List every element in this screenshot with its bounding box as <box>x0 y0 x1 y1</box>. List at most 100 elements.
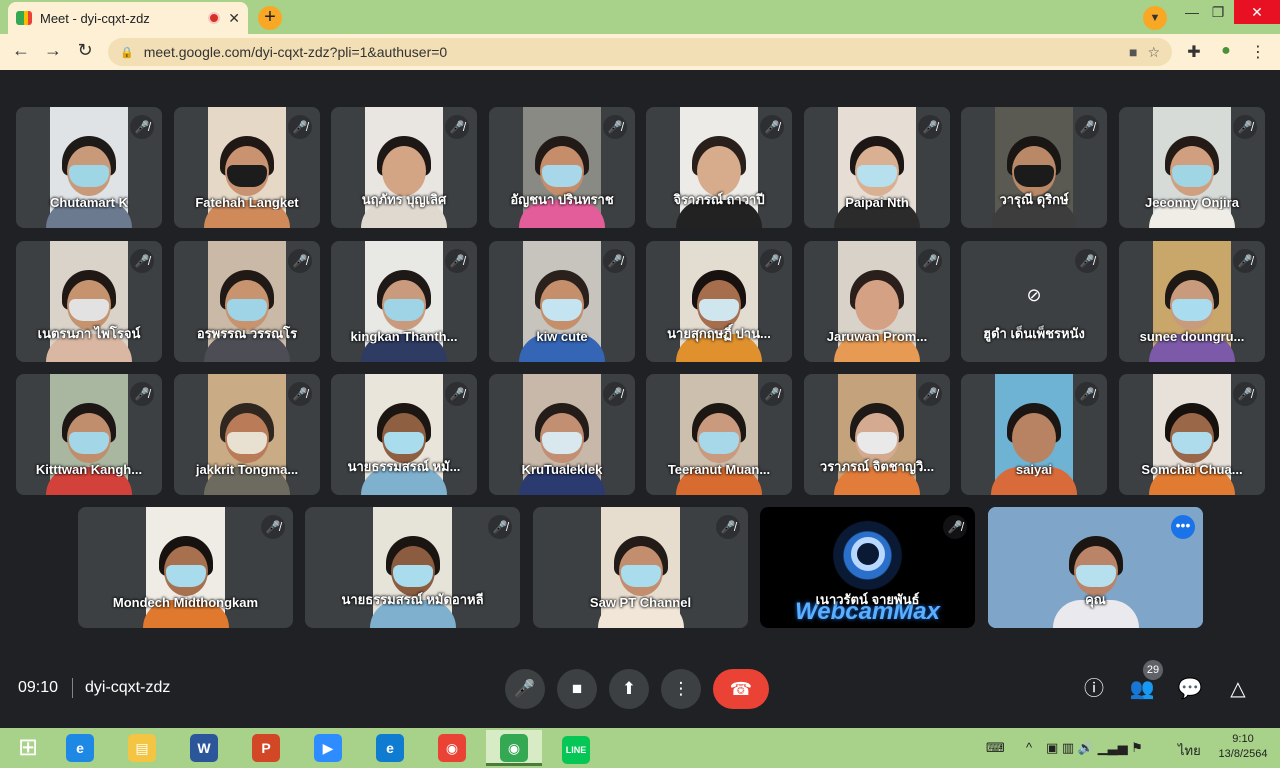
mic-muted-icon: 🎤̸ <box>603 382 627 406</box>
mic-muted-icon: 🎤̸ <box>918 249 942 273</box>
edge-app-icon[interactable]: e <box>362 730 418 766</box>
participant-tile[interactable]: 🎤̸ Jeeonny Onjira <box>1119 107 1265 228</box>
participant-tile[interactable]: 🎤̸ Teeranut Muan... <box>646 374 792 495</box>
participant-name: kiw cute <box>536 329 588 344</box>
participant-mask <box>227 299 267 322</box>
webcammax-logo-icon <box>850 537 885 571</box>
taskbar-clock[interactable]: 9:10 13/8/2564 <box>1208 732 1278 762</box>
more-options-button[interactable]: ⋮ <box>661 669 701 709</box>
participant-name: sunee doungru... <box>1139 329 1245 344</box>
participant-tile[interactable]: 🎤̸ Kitttwan Kangh... <box>16 374 162 495</box>
participant-name: วราภรณ์ จิตชาญวิ... <box>819 459 935 474</box>
participant-tile[interactable]: 🎤̸ Jaruwan Prom... <box>804 241 950 362</box>
participant-tile[interactable]: 🎤̸ Paipai Nth <box>804 107 950 228</box>
participant-mask <box>857 299 897 322</box>
meeting-details-icon[interactable]: ⓘ <box>1079 674 1109 704</box>
activities-icon[interactable]: △ <box>1223 674 1253 704</box>
participant-mask <box>1172 432 1212 455</box>
zoom-app-icon-glyph: ▶ <box>314 734 342 762</box>
tray-chevron-icon[interactable]: ^ <box>1026 740 1032 755</box>
file-explorer-app-icon[interactable]: ▤ <box>114 730 170 766</box>
participant-tile[interactable]: WebcamMax 🎤̸ เนาวรัตน์ จายพันธ์ <box>760 507 975 628</box>
address-bar[interactable]: 🔒 meet.google.com/dyi-cqxt-zdz?pli=1&aut… <box>108 38 1172 66</box>
participant-tile[interactable]: 🎤̸ อัญชนา ปรินทราช <box>489 107 635 228</box>
present-screen-button[interactable]: ⬆ <box>609 669 649 709</box>
participant-name: ฮูดำ เด็นเพ็ชรหนัง <box>983 326 1085 341</box>
participant-mask <box>542 165 582 188</box>
reload-button[interactable]: ↻ <box>72 40 98 61</box>
microphone-button[interactable]: 🎤 <box>505 669 545 709</box>
chrome-app-icon-glyph: ◉ <box>438 734 466 762</box>
leave-call-button[interactable]: ☎ <box>713 669 769 709</box>
mic-muted-icon: 🎤̸ <box>288 382 312 406</box>
tray-status-icons[interactable]: ▣ ▥ 🔊 ▁▃▅ ⚑ <box>1046 740 1143 756</box>
participant-tile[interactable]: 🎤̸ Somchai Chua... <box>1119 374 1265 495</box>
self-view-tile[interactable]: ••• คุณ <box>988 507 1203 628</box>
participant-tile[interactable]: 🎤̸ kingkan Thanth... <box>331 241 477 362</box>
mic-muted-icon: 🎤̸ <box>918 382 942 406</box>
participant-name: นายสุกฤษฏิ์ ปาน... <box>667 326 771 341</box>
participant-tile[interactable]: 🎤̸ Fatehah Langket <box>174 107 320 228</box>
mic-muted-icon: 🎤̸ <box>130 249 154 273</box>
bookmark-star-icon[interactable]: ☆ <box>1147 44 1160 61</box>
chat-icon[interactable]: 💬 <box>1175 674 1205 704</box>
forward-button[interactable]: → <box>40 40 66 61</box>
restore-button[interactable]: ❐ <box>1204 4 1232 21</box>
profile-avatar-icon[interactable]: ● <box>1214 42 1238 60</box>
participant-tile[interactable]: 🎤̸ KruTualeklek <box>489 374 635 495</box>
participant-tile[interactable]: 🎤̸ Saw PT Channel <box>533 507 748 628</box>
mic-muted-icon: 🎤̸ <box>943 515 967 539</box>
tile-options-button[interactable]: ••• <box>1171 515 1195 539</box>
zoom-app-icon[interactable]: ▶ <box>300 730 356 766</box>
mic-muted-icon: 🎤̸ <box>1233 115 1257 139</box>
camera-permission-icon[interactable]: ■ <box>1129 44 1137 60</box>
participant-tile[interactable]: 🎤̸ อรพรรณ วรรณโร <box>174 241 320 362</box>
minimize-button[interactable]: — <box>1178 4 1206 20</box>
mic-muted-icon: 🎤̸ <box>760 115 784 139</box>
participant-tile[interactable]: 🎤̸ Chutamart K <box>16 107 162 228</box>
participant-name: วารุณี ดุริกษ์ <box>999 192 1069 207</box>
new-tab-button[interactable]: + <box>258 6 282 30</box>
participant-tile[interactable]: ⊘ 🎤̸ ฮูดำ เด็นเพ็ชรหนัง <box>961 241 1107 362</box>
window-close-button[interactable]: ✕ <box>1234 0 1280 24</box>
participant-tile[interactable]: 🎤̸ kiw cute <box>489 241 635 362</box>
participant-tile[interactable]: 🎤̸ เนตรนภา ไพโรจน์ <box>16 241 162 362</box>
word-app-icon[interactable]: W <box>176 730 232 766</box>
participant-tile[interactable]: 🎤̸ saiyai <box>961 374 1107 495</box>
back-button[interactable]: ← <box>8 40 34 61</box>
powerpoint-app-icon[interactable]: P <box>238 730 294 766</box>
browser-menu-icon[interactable]: ⋮ <box>1246 42 1270 62</box>
tab-title: Meet - dyi-cqxt-zdz <box>40 10 150 26</box>
participant-tile[interactable]: 🎤̸ นายสุกฤษฏิ์ ปาน... <box>646 241 792 362</box>
participant-mask <box>699 299 739 322</box>
participant-tile[interactable]: 🎤̸ จิราภรณ์ ถาวาปี <box>646 107 792 228</box>
input-language-indicator[interactable]: ไทย <box>1178 740 1201 761</box>
participant-tile[interactable]: 🎤̸ วารุณี ดุริกษ์ <box>961 107 1107 228</box>
extensions-icon[interactable]: ✚ <box>1182 42 1206 62</box>
participant-mask <box>384 165 424 188</box>
tab-meet[interactable]: Meet - dyi-cqxt-zdz ✕ <box>8 2 248 34</box>
participant-tile[interactable]: 🎤̸ jakkrit Tongma... <box>174 374 320 495</box>
tab-close-icon[interactable]: ✕ <box>228 10 240 27</box>
participant-tile[interactable]: 🎤̸ Mondech Midthongkam <box>78 507 293 628</box>
participant-tile[interactable]: 🎤̸ วราภรณ์ จิตชาญวิ... <box>804 374 950 495</box>
line-app-icon[interactable]: LINE <box>548 730 604 766</box>
mic-muted-icon: 🎤̸ <box>603 249 627 273</box>
chrome-profile-app-icon[interactable]: ◉ <box>486 730 542 766</box>
ie-app-icon-glyph: e <box>66 734 94 762</box>
meet-favicon-icon <box>16 11 32 25</box>
ie-app-icon[interactable]: e <box>52 730 108 766</box>
participant-tile[interactable]: 🎤̸ sunee doungru... <box>1119 241 1265 362</box>
participant-tile[interactable]: 🎤̸ นายธรรมสรณ์ หมั... <box>331 374 477 495</box>
mic-muted-icon: 🎤̸ <box>445 382 469 406</box>
lock-icon[interactable]: 🔒 <box>120 46 134 59</box>
mic-muted-icon: 🎤̸ <box>1233 249 1257 273</box>
tab-search-button[interactable]: ▼ <box>1143 6 1167 30</box>
chrome-app-icon[interactable]: ◉ <box>424 730 480 766</box>
camera-button[interactable]: ■ <box>557 669 597 709</box>
url-text[interactable]: meet.google.com/dyi-cqxt-zdz?pli=1&authu… <box>144 44 1119 60</box>
keyboard-icon[interactable]: ⌨ <box>986 740 1005 756</box>
start-button[interactable]: ⊞ <box>0 730 56 766</box>
participant-tile[interactable]: 🎤̸ นฤภัทร บุญเลิศ <box>331 107 477 228</box>
participant-tile[interactable]: 🎤̸ นายธรรมสรณ์ หมัดอาหลี <box>305 507 520 628</box>
